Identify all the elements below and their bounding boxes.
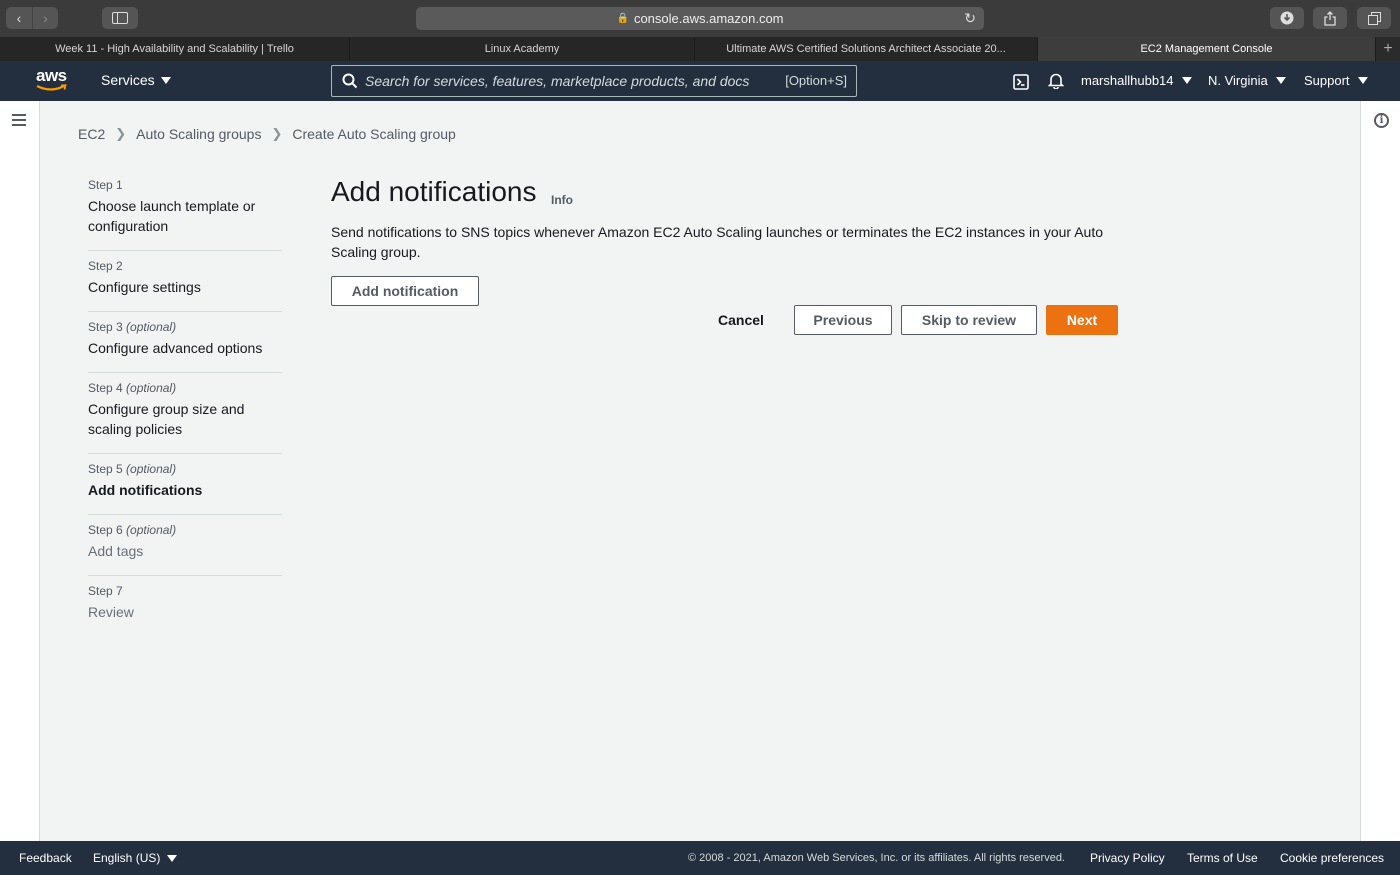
step-current-add-notifications: Add notifications xyxy=(88,482,203,498)
services-menu[interactable]: Services xyxy=(101,72,171,88)
reload-icon[interactable]: ↻ xyxy=(964,10,976,27)
step-optional-label: (optional) xyxy=(126,523,177,537)
search-box[interactable]: [Option+S] xyxy=(331,65,857,97)
browser-tab-bar: Week 11 - High Availability and Scalabil… xyxy=(0,37,1400,61)
notifications-bell-icon[interactable] xyxy=(1048,72,1064,89)
breadcrumb: EC2 ❯ Auto Scaling groups ❯ Create Auto … xyxy=(78,126,456,142)
step-disabled-review: Review xyxy=(88,604,134,620)
browser-tab[interactable]: Week 11 - High Availability and Scalabil… xyxy=(0,37,350,61)
next-button[interactable]: Next xyxy=(1046,305,1118,335)
caret-down-icon xyxy=(1275,77,1286,84)
step-number: Step 3 xyxy=(88,320,123,334)
account-menu[interactable]: marshallhubb14 xyxy=(1081,73,1192,88)
wizard-steps: Step 1 Choose launch template or configu… xyxy=(88,170,282,636)
caret-down-icon xyxy=(160,76,171,84)
page-description: Send notifications to SNS topics wheneve… xyxy=(331,224,1103,260)
browser-tab-active[interactable]: EC2 Management Console xyxy=(1038,37,1376,61)
breadcrumb-auto-scaling-groups[interactable]: Auto Scaling groups xyxy=(136,126,261,142)
copyright-text: © 2008 - 2021, Amazon Web Services, Inc.… xyxy=(688,852,1065,864)
chevron-right-icon: ❯ xyxy=(115,126,127,141)
help-panel-rail: i xyxy=(1360,101,1400,841)
step-number: Step 4 xyxy=(88,381,123,395)
caret-down-icon xyxy=(1181,77,1192,84)
aws-logo[interactable]: aws xyxy=(36,67,70,95)
aws-smile-icon xyxy=(36,84,67,91)
services-label: Services xyxy=(101,72,155,88)
new-tab-icon[interactable]: + xyxy=(1376,37,1400,61)
search-input[interactable] xyxy=(365,71,765,91)
skip-to-review-button[interactable]: Skip to review xyxy=(901,305,1037,335)
wizard-step: Step 7 Review xyxy=(88,576,282,636)
share-icon[interactable] xyxy=(1313,7,1347,29)
previous-button[interactable]: Previous xyxy=(794,305,892,335)
browser-tab[interactable]: Linux Academy xyxy=(350,37,695,61)
caret-down-icon xyxy=(1357,77,1368,84)
search-icon xyxy=(342,73,358,89)
step-number: Step 7 xyxy=(88,584,123,598)
region-menu[interactable]: N. Virginia xyxy=(1208,73,1286,88)
wizard-step: Step 6 (optional) Add tags xyxy=(88,515,282,576)
breadcrumb-ec2[interactable]: EC2 xyxy=(78,126,105,142)
step-optional-label: (optional) xyxy=(126,320,177,334)
step-link-group-size[interactable]: Configure group size and scaling policie… xyxy=(88,399,282,439)
add-notification-button[interactable]: Add notification xyxy=(331,276,479,306)
wizard-step-current: Step 5 (optional) Add notifications xyxy=(88,454,282,515)
download-icon[interactable] xyxy=(1270,7,1304,29)
aws-logo-text: aws xyxy=(36,66,67,85)
tabs-overview-icon[interactable] xyxy=(1357,7,1391,29)
wizard-step: Step 3 (optional) Configure advanced opt… xyxy=(88,312,282,373)
language-label: English (US) xyxy=(93,851,161,865)
forward-button[interactable]: › xyxy=(32,7,58,29)
step-number: Step 1 xyxy=(88,178,123,192)
step-number: Step 6 xyxy=(88,523,123,537)
step-link-configure-settings[interactable]: Configure settings xyxy=(88,277,282,297)
aws-console-header: aws Services [Option+S] marshallhubb14 N… xyxy=(0,61,1400,101)
step-link-advanced-options[interactable]: Configure advanced options xyxy=(88,338,282,358)
language-selector[interactable]: English (US) xyxy=(93,851,178,865)
search-shortcut-hint: [Option+S] xyxy=(785,73,847,88)
caret-down-icon xyxy=(167,855,178,863)
browser-toolbar: ‹ › 🔒 console.aws.amazon.com ↻ xyxy=(0,0,1400,37)
account-name: marshallhubb14 xyxy=(1081,73,1174,88)
console-footer: Feedback English (US) © 2008 - 2021, Ama… xyxy=(0,841,1400,875)
step-number: Step 2 xyxy=(88,259,123,273)
breadcrumb-current: Create Auto Scaling group xyxy=(292,126,456,142)
chevron-right-icon: ❯ xyxy=(271,126,283,141)
cloudshell-icon[interactable] xyxy=(1013,74,1029,90)
history-nav: ‹ › xyxy=(6,7,58,29)
wizard-step: Step 4 (optional) Configure group size a… xyxy=(88,373,282,454)
step-disabled-add-tags: Add tags xyxy=(88,543,144,559)
info-link[interactable]: Info xyxy=(551,193,573,207)
page-title: Add notifications xyxy=(331,176,537,207)
support-menu[interactable]: Support xyxy=(1304,73,1368,88)
support-label: Support xyxy=(1304,73,1350,88)
region-name: N. Virginia xyxy=(1208,73,1268,88)
step-optional-label: (optional) xyxy=(126,381,177,395)
feedback-link[interactable]: Feedback xyxy=(19,851,72,865)
step-link-launch-template[interactable]: Choose launch template or configuration xyxy=(88,196,282,236)
navigation-rail xyxy=(0,101,40,841)
wizard-step: Step 1 Choose launch template or configu… xyxy=(88,170,282,251)
cancel-button[interactable]: Cancel xyxy=(708,305,774,335)
back-button[interactable]: ‹ xyxy=(6,7,32,29)
info-icon[interactable]: i xyxy=(1374,113,1389,128)
step-optional-label: (optional) xyxy=(126,462,177,476)
cookie-preferences-link[interactable]: Cookie preferences xyxy=(1280,851,1384,865)
wizard-step: Step 2 Configure settings xyxy=(88,251,282,312)
privacy-policy-link[interactable]: Privacy Policy xyxy=(1090,851,1165,865)
step-number: Step 5 xyxy=(88,462,123,476)
hamburger-menu-icon[interactable] xyxy=(12,114,26,129)
lock-icon: 🔒 xyxy=(616,13,629,24)
sidebar-toggle-icon[interactable] xyxy=(102,7,138,29)
address-bar[interactable]: 🔒 console.aws.amazon.com ↻ xyxy=(416,7,984,30)
url-text: console.aws.amazon.com xyxy=(633,11,784,26)
terms-of-use-link[interactable]: Terms of Use xyxy=(1187,851,1258,865)
browser-tab[interactable]: Ultimate AWS Certified Solutions Archite… xyxy=(695,37,1038,61)
